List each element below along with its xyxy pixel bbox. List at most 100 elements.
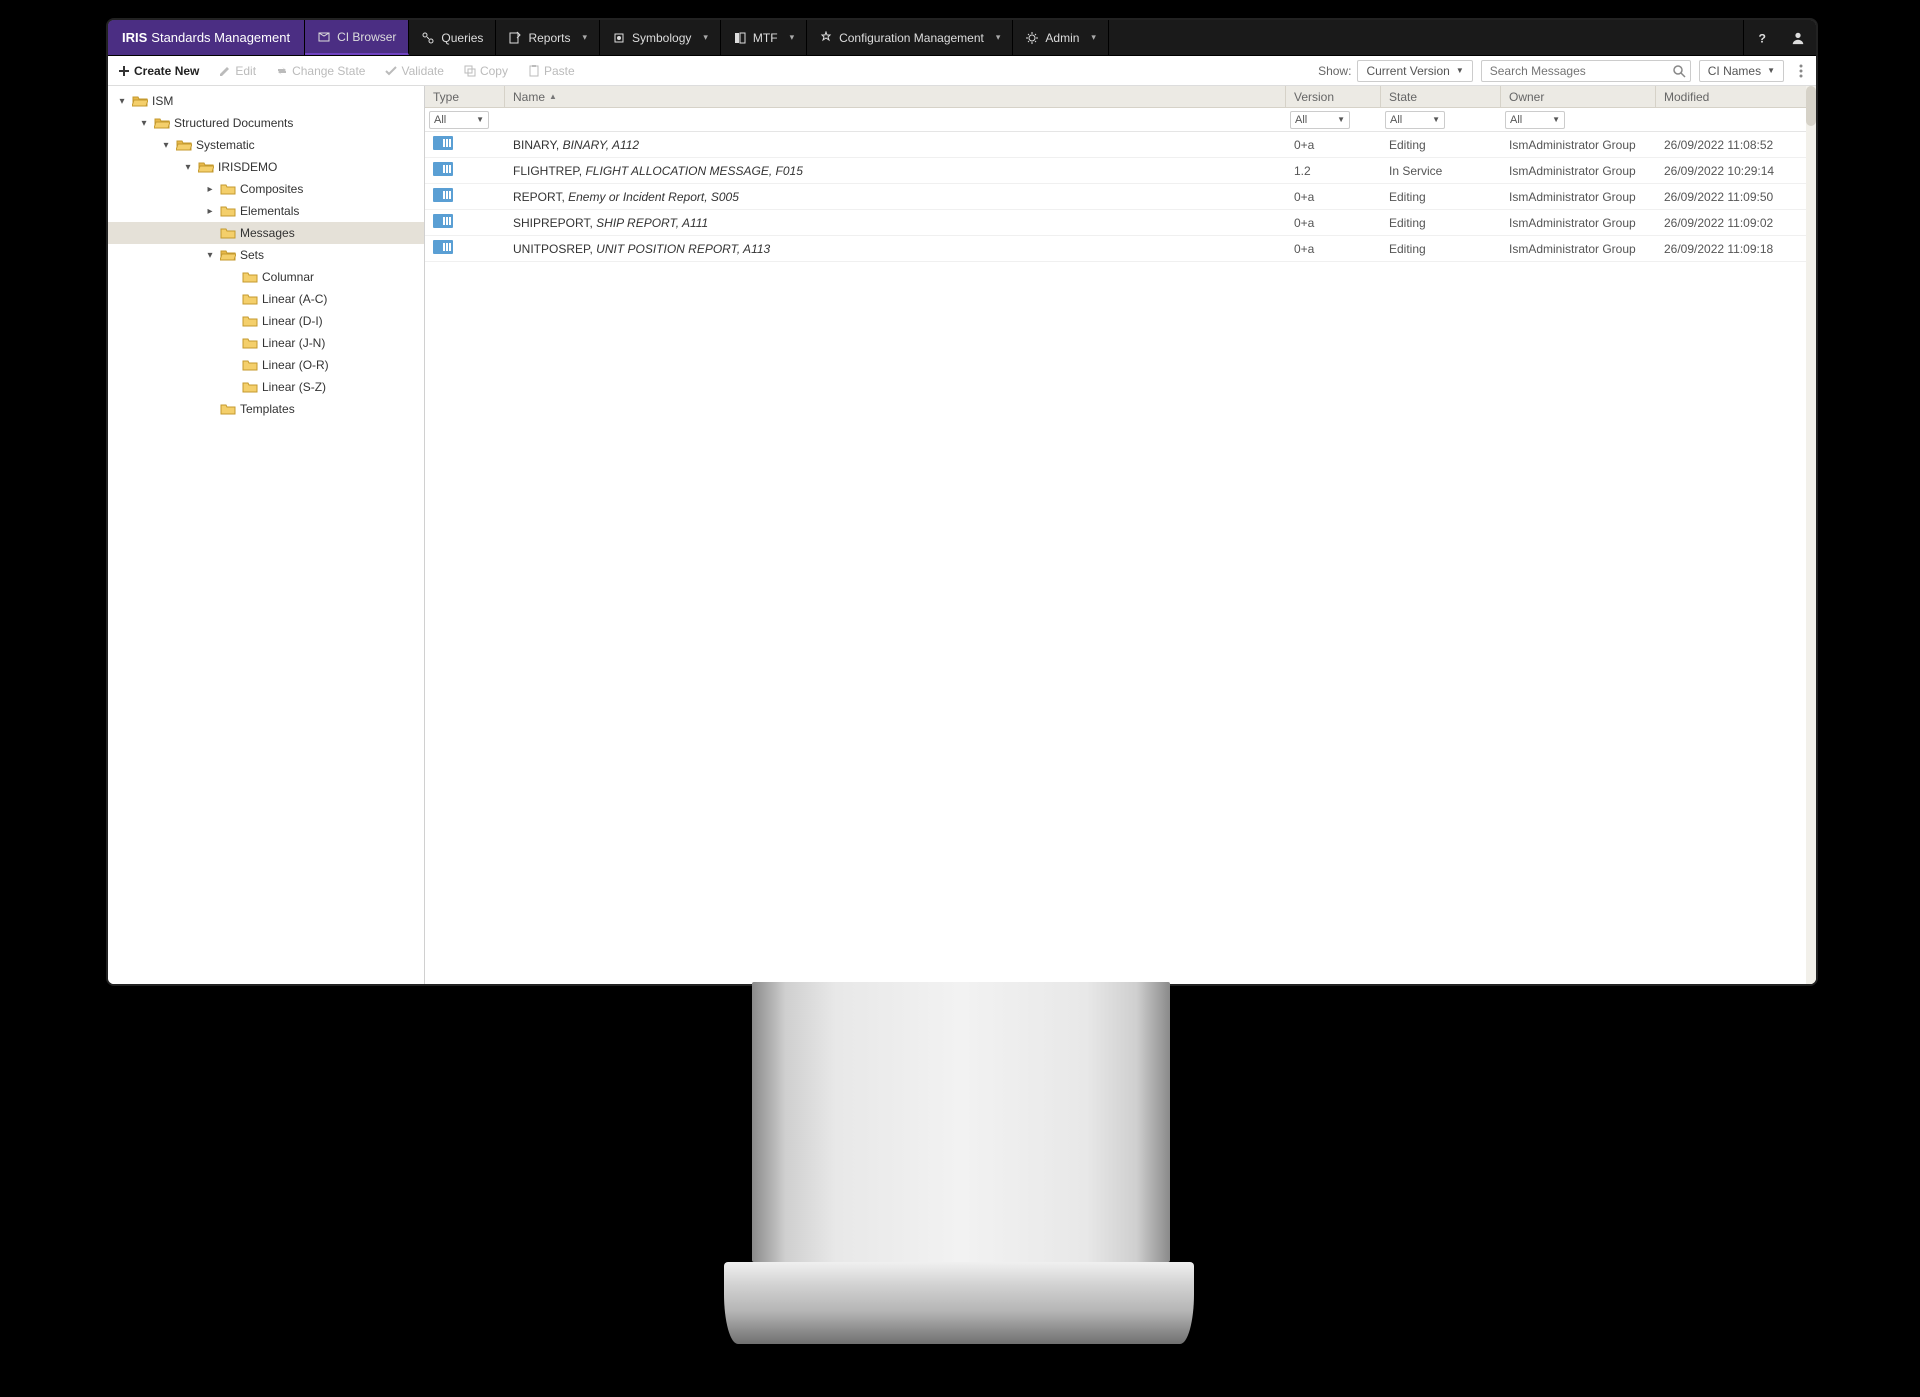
- tree-node-irisdemo[interactable]: ▾ IRISDEMO: [108, 156, 424, 178]
- filter-owner-select[interactable]: All▼: [1505, 111, 1565, 129]
- folder-icon: [242, 292, 258, 306]
- tree-node-structured-documents[interactable]: ▾Structured Documents: [108, 112, 424, 134]
- brand-text: Standards Management: [151, 30, 290, 45]
- tree-pane[interactable]: ▾ISM▾Structured Documents▾Systematic▾IRI…: [108, 86, 425, 984]
- grid-filter-row: All▼ All▼ All▼: [425, 108, 1816, 132]
- nav-menu-icon: [508, 31, 522, 45]
- col-owner[interactable]: Owner: [1501, 86, 1656, 107]
- tree-node-composites[interactable]: ▸Composites: [108, 178, 424, 200]
- change-state-button[interactable]: Change State: [266, 56, 375, 85]
- edit-button[interactable]: Edit: [209, 56, 266, 85]
- tree-toggle-icon[interactable]: ▾: [182, 162, 194, 173]
- table-row[interactable]: BINARY, BINARY, A1120+aEditingIsmAdminis…: [425, 132, 1816, 158]
- tree-node-linear-a-c-[interactable]: •Linear (A-C): [108, 288, 424, 310]
- tree-toggle-icon[interactable]: ▸: [204, 184, 216, 195]
- tree-label: Messages: [240, 226, 295, 240]
- search-input[interactable]: [1490, 64, 1672, 78]
- tree-node-linear-j-n-[interactable]: •Linear (J-N): [108, 332, 424, 354]
- more-options-button[interactable]: [1792, 60, 1810, 82]
- nav-spacer: [1109, 20, 1744, 55]
- col-state[interactable]: State: [1381, 86, 1501, 107]
- paste-button[interactable]: Paste: [518, 56, 585, 85]
- nav-item-mtf[interactable]: MTF▾: [721, 20, 807, 55]
- col-type[interactable]: Type: [425, 86, 505, 107]
- tree-toggle-icon[interactable]: ▾: [204, 250, 216, 261]
- row-name: REPORT, Enemy or Incident Report, S005: [505, 190, 1286, 204]
- filter-state-select[interactable]: All▼: [1385, 111, 1445, 129]
- filter-type-select[interactable]: All▼: [429, 111, 489, 129]
- table-row[interactable]: SHIPREPORT, SHIP REPORT, A1110+aEditingI…: [425, 210, 1816, 236]
- tree-node-templates[interactable]: •Templates: [108, 398, 424, 420]
- tree-node-systematic[interactable]: ▾Systematic: [108, 134, 424, 156]
- row-version: 0+a: [1286, 190, 1381, 204]
- table-row[interactable]: UNITPOSREP, UNIT POSITION REPORT, A1130+…: [425, 236, 1816, 262]
- help-icon[interactable]: ?: [1744, 20, 1780, 56]
- message-icon: [433, 162, 453, 176]
- user-icon[interactable]: [1780, 20, 1816, 56]
- folder-icon: [242, 336, 258, 350]
- tree-node-linear-s-z-[interactable]: •Linear (S-Z): [108, 376, 424, 398]
- col-modified[interactable]: Modified: [1656, 90, 1816, 104]
- nav-item-admin[interactable]: Admin▾: [1013, 20, 1109, 55]
- table-row[interactable]: REPORT, Enemy or Incident Report, S0050+…: [425, 184, 1816, 210]
- folder-open-icon: [132, 94, 148, 108]
- folder-icon: [242, 314, 258, 328]
- copy-label: Copy: [480, 64, 508, 78]
- nav-item-queries[interactable]: Queries: [409, 20, 496, 55]
- col-name[interactable]: Name▲: [505, 86, 1286, 107]
- row-modified: 26/09/2022 11:09:18: [1656, 242, 1816, 256]
- ci-names-select[interactable]: CI Names ▼: [1699, 60, 1784, 82]
- folder-open-icon: [154, 116, 170, 130]
- row-name: FLIGHTREP, FLIGHT ALLOCATION MESSAGE, F0…: [505, 164, 1286, 178]
- col-version[interactable]: Version: [1286, 86, 1381, 107]
- tree-node-linear-d-i-[interactable]: •Linear (D-I): [108, 310, 424, 332]
- plus-icon: [118, 65, 130, 77]
- tree-node-messages[interactable]: •Messages: [108, 222, 424, 244]
- tree-node-elementals[interactable]: ▸Elementals: [108, 200, 424, 222]
- nav-item-ci-browser[interactable]: CI Browser: [305, 20, 409, 55]
- create-new-button[interactable]: Create New: [108, 56, 209, 85]
- grid-body[interactable]: BINARY, BINARY, A1120+aEditingIsmAdminis…: [425, 132, 1816, 984]
- nav-item-reports[interactable]: Reports▾: [496, 20, 600, 55]
- current-version-select[interactable]: Current Version ▼: [1357, 60, 1472, 82]
- toolbar: Create New Edit Change State Validate Co…: [108, 56, 1816, 86]
- filter-version-select[interactable]: All▼: [1290, 111, 1350, 129]
- tree-label: ISM: [152, 94, 173, 108]
- chevron-down-icon: ▾: [996, 32, 1001, 43]
- tree-toggle-icon[interactable]: ▸: [204, 206, 216, 217]
- tree-label: IRISDEMO: [218, 160, 277, 174]
- validate-label: Validate: [401, 64, 443, 78]
- content: ▾ISM▾Structured Documents▾Systematic▾IRI…: [108, 86, 1816, 984]
- kebab-icon: [1799, 64, 1803, 78]
- tree-node-columnar[interactable]: •Columnar: [108, 266, 424, 288]
- folder-open-icon: [198, 160, 214, 174]
- swap-icon: [276, 65, 288, 77]
- validate-button[interactable]: Validate: [375, 56, 453, 85]
- table-row[interactable]: FLIGHTREP, FLIGHT ALLOCATION MESSAGE, F0…: [425, 158, 1816, 184]
- brand-bold: IRIS: [122, 30, 147, 45]
- tree-toggle-icon[interactable]: ▾: [138, 118, 150, 129]
- nav-menu-icon: [819, 31, 833, 45]
- chevron-down-icon: ▾: [582, 32, 587, 43]
- tree-toggle-icon[interactable]: ▾: [116, 96, 128, 107]
- vertical-scrollbar[interactable]: [1806, 86, 1816, 984]
- edit-label: Edit: [235, 64, 256, 78]
- nav-item-configuration-management[interactable]: Configuration Management ▾: [807, 20, 1013, 55]
- search-input-wrap[interactable]: [1481, 60, 1691, 82]
- scrollbar-thumb[interactable]: [1806, 86, 1816, 126]
- tree-toggle-icon[interactable]: ▾: [160, 140, 172, 151]
- tree-node-linear-o-r-[interactable]: •Linear (O-R): [108, 354, 424, 376]
- copy-button[interactable]: Copy: [454, 56, 518, 85]
- grid-pane: Type Name▲ Version State Owner Modified …: [425, 86, 1816, 984]
- folder-icon: [220, 182, 236, 196]
- tree-node-sets[interactable]: ▾Sets: [108, 244, 424, 266]
- message-icon: [433, 188, 453, 202]
- monitor-screen: IRIS Standards Management CI BrowserQuer…: [108, 20, 1816, 984]
- row-name: SHIPREPORT, SHIP REPORT, A111: [505, 216, 1286, 230]
- nav-item-symbology[interactable]: Symbology▾: [600, 20, 721, 55]
- row-name: BINARY, BINARY, A112: [505, 138, 1286, 152]
- chevron-down-icon: ▾: [790, 32, 795, 43]
- tree-node-ism[interactable]: ▾ ISM: [108, 90, 424, 112]
- create-new-label: Create New: [134, 64, 199, 78]
- nav-item-label: Configuration Management: [839, 31, 984, 45]
